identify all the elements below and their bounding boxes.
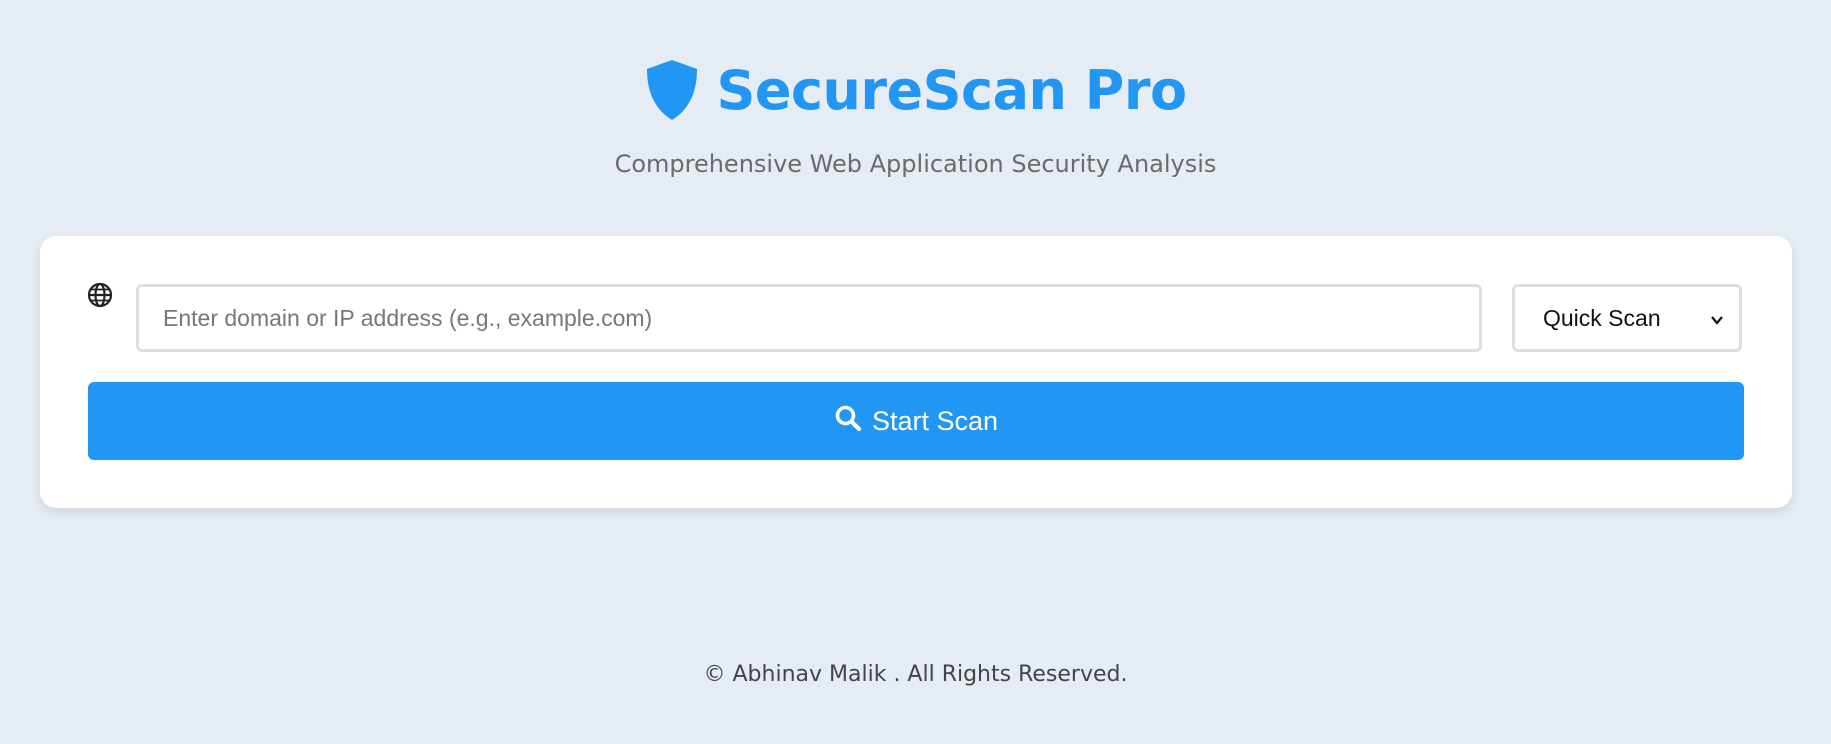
search-icon bbox=[834, 404, 862, 439]
start-scan-label: Start Scan bbox=[871, 405, 999, 436]
scan-type-selected: Quick Scan bbox=[1543, 304, 1661, 331]
shield-icon bbox=[644, 58, 700, 122]
domain-input[interactable] bbox=[136, 284, 1482, 352]
app-subtitle: Comprehensive Web Application Security A… bbox=[614, 150, 1217, 178]
page-header: SecureScan Pro Comprehensive Web Applica… bbox=[0, 50, 1831, 179]
start-scan-button[interactable]: Start Scan bbox=[88, 382, 1744, 460]
footer-copyright: © Abhinav Malik . All Rights Reserved. bbox=[703, 662, 1128, 687]
scan-card: Quick Scan Start Scan bbox=[40, 236, 1792, 508]
scan-type-select[interactable]: Quick Scan bbox=[1512, 284, 1742, 352]
title-row: SecureScan Pro bbox=[0, 50, 1831, 130]
app-title: SecureScan Pro bbox=[716, 58, 1187, 122]
chevron-down-icon bbox=[1709, 305, 1725, 332]
globe-icon bbox=[87, 282, 113, 308]
